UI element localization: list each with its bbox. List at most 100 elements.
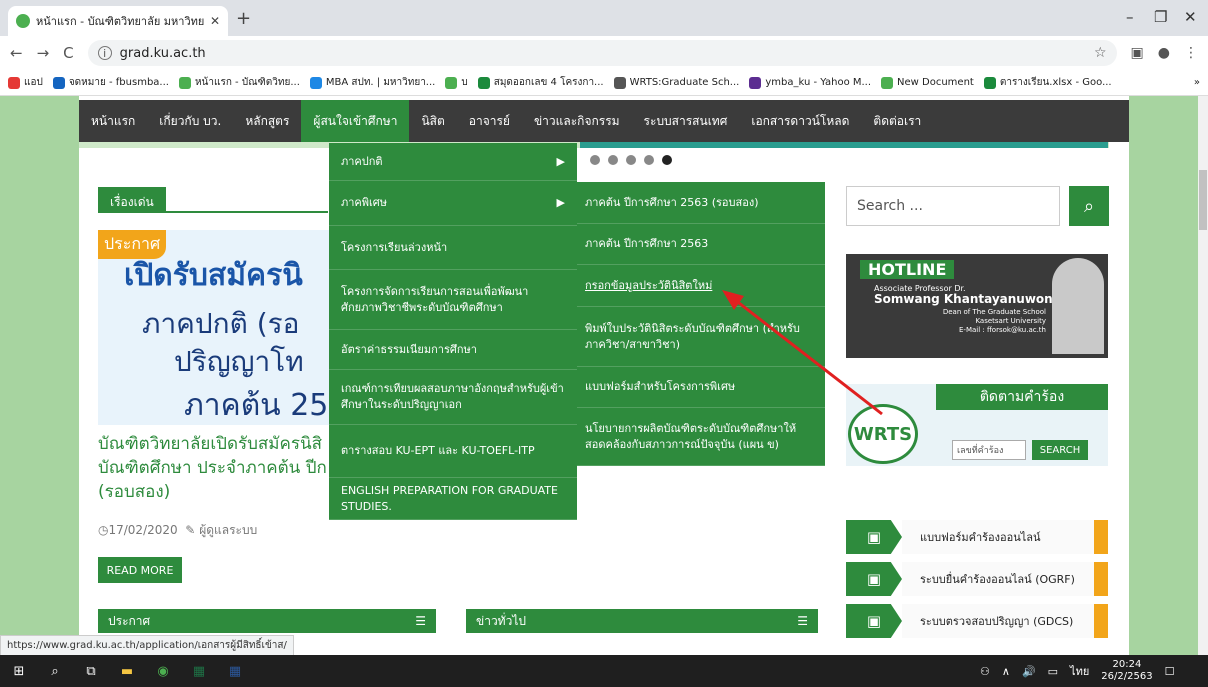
pencil-icon: ✎	[185, 523, 196, 537]
request-number-input[interactable]: เลขที่คำร้อง	[952, 440, 1026, 460]
bookmark-item[interactable]: New Document	[881, 76, 974, 89]
dropdown-item[interactable]: ENGLISH PREPARATION FOR GRADUATE STUDIES…	[329, 478, 577, 520]
post-date[interactable]: 17/02/2020	[108, 523, 177, 537]
service-label: ระบบยื่นคำร้องออนไลน์ (OGRF)	[902, 562, 1094, 596]
dropdown-item[interactable]: อัตราค่าธรรมเนียมการศึกษา	[329, 330, 577, 370]
tab-close-icon[interactable]: ✕	[210, 14, 220, 28]
search-input[interactable]: Search ...	[846, 186, 1060, 226]
submenu-item[interactable]: ภาคต้น ปีการศึกษา 2563	[577, 224, 825, 265]
clock[interactable]: 20:24 26/2/2563	[1101, 659, 1152, 683]
bookmark-item[interactable]: MBA สปท. | มหาวิทยา...	[309, 75, 435, 90]
back-icon[interactable]: ←	[10, 44, 23, 62]
nav-item[interactable]: หน้าแรก	[79, 100, 147, 142]
search-icon: ⌕	[1083, 195, 1095, 217]
bookmark-icon	[881, 76, 894, 89]
bookmark-label: หน้าแรก - บัณฑิตวิทย...	[194, 77, 300, 88]
bookmark-item[interactable]: ymba_ku - Yahoo M...	[749, 76, 871, 89]
nav-item[interactable]: นิสิต	[409, 100, 456, 142]
chevron-up-icon[interactable]: ∧	[1002, 665, 1010, 678]
wrts-search-button[interactable]: SEARCH	[1032, 440, 1088, 460]
hotline-university: Kasetsart University	[975, 317, 1046, 325]
dropdown-item[interactable]: โครงการเรียนล่วงหน้า	[329, 226, 577, 270]
network-icon[interactable]: ▭	[1048, 665, 1058, 678]
bookmark-icon	[613, 76, 626, 89]
dropdown-item[interactable]: เกณฑ์การเทียบผลสอบภาษาอังกฤษสำหรับผู้เข้…	[329, 370, 577, 425]
language-indicator[interactable]: ไทย	[1070, 662, 1089, 680]
bookmark-item[interactable]: แอป	[8, 75, 43, 90]
url-bar[interactable]: i grad.ku.ac.th ☆	[87, 40, 1117, 66]
bookmark-item[interactable]: WRTS:Graduate Sch...	[613, 76, 739, 89]
volume-icon[interactable]: 🔊	[1022, 665, 1036, 678]
submenu-item[interactable]: ภาคต้น ปีการศึกษา 2563 (รอบสอง)	[577, 182, 825, 224]
reload-icon[interactable]: C	[63, 44, 73, 62]
dropdown-item[interactable]: ภาคปกติ ▶	[329, 143, 577, 181]
file-explorer-icon[interactable]: ▬	[118, 662, 136, 680]
slider-dot[interactable]	[590, 155, 600, 165]
nav-item[interactable]: อาจารย์	[457, 100, 522, 142]
bookmark-icon	[983, 76, 996, 89]
star-icon[interactable]: ☆	[1094, 45, 1107, 61]
bookmark-label: New Document	[897, 77, 974, 88]
slider-dot[interactable]	[608, 155, 618, 165]
service-label: แบบฟอร์มคำร้องออนไลน์	[902, 520, 1094, 554]
dropdown-item-label: เกณฑ์การเทียบผลสอบภาษาอังกฤษสำหรับผู้เข้…	[341, 382, 564, 411]
bookmarks-bar: แอป จดหมาย - fbusmba... หน้าแรก - บัณฑิตวิ…	[0, 70, 1208, 96]
hotline-details: Dean of The Graduate School Kasetsart Un…	[926, 308, 1046, 335]
bookmark-item[interactable]: จดหมาย - fbusmba...	[52, 75, 169, 90]
nav-item[interactable]: ผู้สนใจเข้าศึกษา	[301, 100, 410, 142]
click-tag	[1094, 520, 1108, 554]
slider-dot[interactable]	[626, 155, 636, 165]
people-icon[interactable]: ⚇	[980, 665, 990, 678]
forward-icon[interactable]: →	[37, 44, 50, 62]
excel-icon[interactable]: ▦	[190, 662, 208, 680]
service-online-form[interactable]: ▣ แบบฟอร์มคำร้องออนไลน์	[846, 520, 1108, 554]
word-icon[interactable]: ▦	[226, 662, 244, 680]
maximize-button[interactable]: ❐	[1154, 8, 1167, 26]
slider-dot[interactable]	[644, 155, 654, 165]
read-more-button[interactable]: READ MORE	[98, 557, 182, 583]
search-button[interactable]: ⌕	[1069, 186, 1109, 226]
close-window-button[interactable]: ✕	[1184, 8, 1197, 26]
notifications-icon[interactable]: ☐	[1165, 665, 1175, 678]
new-tab-button[interactable]: +	[236, 8, 251, 29]
nav-item[interactable]: หลักสูตร	[233, 100, 301, 142]
bookmark-item[interactable]: สมุดออกเลข 4 โครงกา...	[477, 75, 604, 90]
nav-item[interactable]: ติดต่อเรา	[861, 100, 933, 142]
profile-avatar[interactable]: ●	[1158, 45, 1170, 61]
chrome-icon[interactable]: ◉	[154, 662, 172, 680]
post-meta: ◷17/02/2020 ✎ ผู้ดูแลระบบ	[98, 521, 257, 540]
nav-item[interactable]: ระบบสารสนเทศ	[632, 100, 740, 142]
nav-item[interactable]: เอกสารดาวน์โหลด	[739, 100, 861, 142]
post-author[interactable]: ผู้ดูแลระบบ	[199, 523, 257, 537]
dropdown-item[interactable]: ภาคพิเศษ ▶	[329, 181, 577, 226]
task-view-icon[interactable]: ⧉	[82, 662, 100, 680]
bookmark-item[interactable]: ตารางเรียน.xlsx - Goo...	[983, 75, 1112, 90]
scrollbar-thumb[interactable]	[1199, 170, 1207, 230]
menu-kebab-icon[interactable]: ⋮	[1184, 45, 1198, 61]
submenu-item-label: นโยบายการผลิตบัณฑิตระดับบัณฑิตศึกษาให้สอ…	[585, 421, 797, 451]
nav-item[interactable]: ข่าวและกิจกรรม	[522, 100, 632, 142]
featured-banner-image[interactable]: ประกาศ เปิดรับสมัครนิ ภาคปกติ (รอ ปริญญา…	[98, 230, 330, 425]
bookmarks-more-button[interactable]: »	[1194, 77, 1200, 88]
featured-post-title[interactable]: บัณฑิตวิทยาลัยเปิดรับสมัครนิสิ บัณฑิตศึก…	[98, 432, 330, 504]
monitor-icon: ▣	[846, 604, 902, 638]
slider-dot-active[interactable]	[662, 155, 672, 165]
search-icon[interactable]: ⌕	[46, 662, 64, 680]
extension-icon[interactable]: ▣	[1131, 45, 1144, 61]
service-gdcs[interactable]: ▣ ระบบตรวจสอบปริญญา (GDCS)	[846, 604, 1108, 638]
minimize-button[interactable]: –	[1126, 8, 1134, 26]
dropdown-item[interactable]: โครงการจัดการเรียนการสอนเพื่อพัฒนาศักยภา…	[329, 270, 577, 330]
slider-dots	[590, 155, 672, 165]
dropdown-item[interactable]: ตารางสอบ KU-EPT และ KU-TOEFL-ITP	[329, 425, 577, 478]
bookmark-item[interactable]: บ	[445, 75, 468, 90]
url-text: grad.ku.ac.th	[119, 45, 206, 61]
banner-line-3: ปริญญาโท	[174, 345, 304, 378]
browser-tab[interactable]: หน้าแรก - บัณฑิตวิทยาลัย มหาวิทยาลั ✕	[8, 6, 228, 36]
service-ogrf[interactable]: ▣ ระบบยื่นคำร้องออนไลน์ (OGRF)	[846, 562, 1108, 596]
info-icon[interactable]: i	[97, 46, 112, 60]
clock-time: 20:24	[1112, 659, 1142, 670]
windows-start-icon[interactable]: ⊞	[10, 662, 28, 680]
bookmark-item[interactable]: หน้าแรก - บัณฑิตวิทย...	[178, 75, 300, 90]
nav-item[interactable]: เกี่ยวกับ บว.	[147, 100, 233, 142]
dropdown-item-label: ENGLISH PREPARATION FOR GRADUATE STUDIES…	[341, 483, 558, 513]
